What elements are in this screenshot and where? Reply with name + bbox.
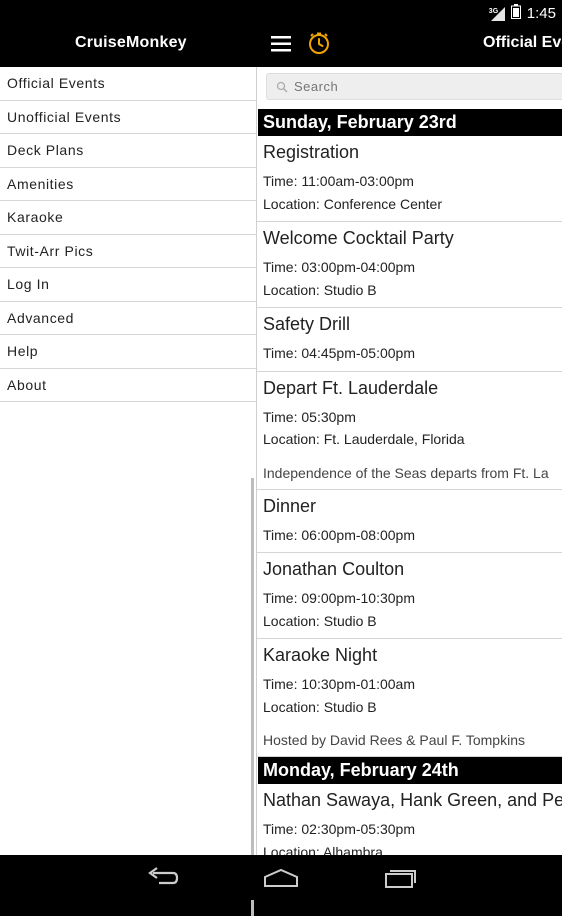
back-icon	[148, 867, 179, 885]
sidebar: Official Events Unofficial Events Deck P…	[0, 67, 257, 916]
sidebar-item-log-in[interactable]: Log In	[0, 268, 256, 302]
event-title: Karaoke Night	[263, 645, 378, 665]
search-input[interactable]	[292, 78, 562, 95]
sidebar-scrollbar[interactable]	[251, 478, 254, 916]
status-icons: 3G 1:45	[489, 4, 556, 23]
events-list[interactable]: Sunday, February 23rd Registration Time:…	[257, 67, 562, 855]
sidebar-item-official-events[interactable]: Official Events	[0, 67, 256, 101]
event-item[interactable]: Karaoke Night Time: 10:30pm-01:00am Loca…	[257, 639, 562, 757]
event-title: Welcome Cocktail Party	[263, 228, 454, 248]
event-title: Jonathan Coulton	[263, 559, 405, 579]
search-bar	[257, 67, 562, 109]
event-time: Time: 10:30pm-01:00am	[263, 676, 415, 692]
page-title: Official Eve	[483, 34, 562, 51]
menu-button[interactable]	[270, 33, 292, 55]
event-title: Dinner	[263, 495, 317, 516]
event-time: Time: 04:45pm-05:00pm	[263, 345, 415, 361]
event-item[interactable]: Nathan Sawaya, Hank Green, and Pe Time: …	[257, 784, 562, 855]
event-location: Location: Ft. Lauderdale, Florida	[263, 431, 465, 447]
event-item[interactable]: Welcome Cocktail Party Time: 03:00pm-04:…	[257, 222, 562, 308]
navigation-bar	[0, 855, 562, 900]
clock-icon	[309, 32, 329, 54]
event-item[interactable]: Registration Time: 11:00am-03:00pm Locat…	[257, 136, 562, 222]
app-bar: CruiseMonkey Official Eve	[0, 25, 562, 67]
day-header: Monday, February 24th	[258, 757, 562, 784]
hamburger-icon	[271, 36, 291, 52]
event-title: Registration	[263, 142, 360, 162]
event-description: Independence of the Seas departs from Ft…	[263, 464, 549, 481]
sidebar-item-about[interactable]: About	[0, 369, 256, 402]
status-time: 1:45	[526, 5, 556, 22]
event-time: Time: 05:30pm	[263, 408, 356, 425]
event-item[interactable]: Dinner Time: 06:00pm-08:00pm	[257, 490, 562, 553]
event-item[interactable]: Safety Drill Time: 04:45pm-05:00pm	[257, 308, 562, 372]
event-location: Location: Studio B	[263, 281, 377, 298]
status-bar: 3G 1:45	[0, 0, 562, 25]
event-location: Location: Alhambra	[263, 843, 383, 856]
day-header: Sunday, February 23rd	[258, 109, 562, 136]
event-time: Time: 03:00pm-04:00pm	[263, 259, 415, 275]
sidebar-item-amenities[interactable]: Amenities	[0, 168, 256, 201]
event-time: Time: 09:00pm-10:30pm	[263, 590, 415, 606]
sidebar-item-karaoke[interactable]: Karaoke	[0, 201, 256, 235]
recents-button[interactable]	[384, 867, 418, 894]
home-icon	[264, 868, 298, 887]
sidebar-item-advanced[interactable]: Advanced	[0, 302, 256, 335]
search-icon	[276, 81, 288, 92]
time-filter-button[interactable]	[307, 31, 331, 55]
event-location: Location: Studio B	[263, 698, 377, 715]
event-location: Location: Conference Center	[263, 195, 442, 212]
search-box[interactable]	[266, 73, 562, 100]
battery-icon	[510, 4, 521, 23]
recents-icon	[385, 870, 416, 888]
event-title: Nathan Sawaya, Hank Green, and Pe	[263, 790, 562, 810]
app-title: CruiseMonkey	[75, 34, 187, 51]
event-description: Hosted by David Rees & Paul F. Tompkins	[263, 732, 525, 748]
home-button[interactable]	[263, 867, 299, 894]
event-time: Time: 02:30pm-05:30pm	[263, 821, 415, 837]
event-time: Time: 06:00pm-08:00pm	[263, 526, 415, 543]
sidebar-item-unofficial-events[interactable]: Unofficial Events	[0, 101, 256, 134]
event-location: Location: Studio B	[263, 612, 377, 629]
signal-icon: 3G	[489, 6, 505, 21]
event-item[interactable]: Depart Ft. Lauderdale Time: 05:30pm Loca…	[257, 372, 562, 490]
event-title: Safety Drill	[263, 314, 351, 334]
sidebar-item-deck-plans[interactable]: Deck Plans	[0, 134, 256, 168]
event-title: Depart Ft. Lauderdale	[263, 377, 439, 398]
event-item[interactable]: Jonathan Coulton Time: 09:00pm-10:30pm L…	[257, 553, 562, 639]
event-time: Time: 11:00am-03:00pm	[263, 173, 414, 189]
back-button[interactable]	[145, 867, 179, 894]
sidebar-item-twit-arr-pics[interactable]: Twit-Arr Pics	[0, 235, 256, 268]
sidebar-item-help[interactable]: Help	[0, 335, 256, 369]
